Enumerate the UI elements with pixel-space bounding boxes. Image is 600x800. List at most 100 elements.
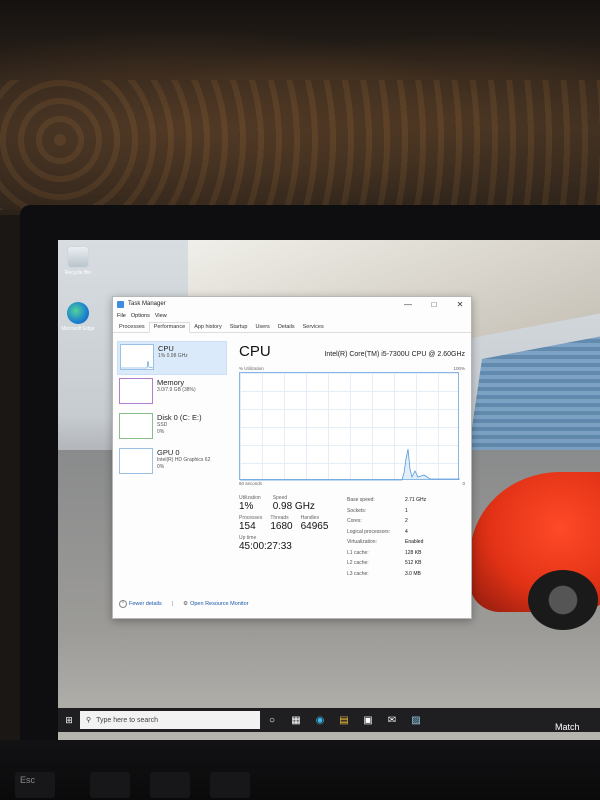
match-label: Match	[555, 722, 580, 732]
resource-name: Disk 0 (C: E:)	[157, 413, 202, 422]
processes-value: 154	[239, 521, 256, 532]
menu-file[interactable]: File	[117, 313, 126, 319]
taskbar-search-box[interactable]: ⚲ Type here to search	[80, 711, 260, 729]
property-value: 1	[405, 507, 408, 514]
fewer-details-link[interactable]: ⌃ Fewer details	[119, 600, 162, 608]
property-value: 4	[405, 528, 408, 535]
threads-value: 1680	[270, 521, 293, 532]
property-value: 2	[405, 518, 408, 525]
task-manager-taskbar-icon[interactable]: ▨	[404, 715, 428, 726]
resource-value: 1% 0.98 GHz	[158, 353, 188, 359]
resource-name: GPU 0	[157, 448, 180, 457]
task-view-icon[interactable]: ▦	[284, 715, 308, 726]
resource-cpu[interactable]: CPU 1% 0.98 GHz	[117, 341, 227, 375]
property-value: 3.0 MB	[405, 570, 421, 577]
resource-list: CPU 1% 0.98 GHz Memory 3.0/7.9 GB (38%) …	[117, 341, 227, 481]
resource-name: CPU	[158, 344, 174, 353]
disk-mini-graph	[119, 413, 153, 439]
property-key: Virtualization:	[347, 539, 377, 546]
edge-taskbar-icon[interactable]: ◉	[308, 715, 332, 726]
property-key: Base speed:	[347, 497, 375, 504]
cortana-icon[interactable]: ○	[260, 715, 284, 726]
resource-monitor-icon: ⚙	[183, 601, 189, 607]
cpu-mini-sparkline	[121, 360, 154, 369]
graph-label-utilization: % Utilization	[239, 366, 264, 371]
memory-mini-graph	[119, 378, 153, 404]
esc-key[interactable]: Esc	[15, 772, 55, 798]
close-icon[interactable]: ✕	[449, 300, 471, 309]
window-footer: ⌃ Fewer details | ⚙ Open Resource Monitor	[119, 600, 248, 608]
open-resource-monitor-label: Open Resource Monitor	[190, 601, 249, 607]
f1-key[interactable]	[90, 772, 130, 798]
tab-users[interactable]: Users	[251, 323, 273, 332]
property-value: Enabled	[405, 539, 424, 546]
tab-startup[interactable]: Startup	[226, 323, 252, 332]
tab-app-history[interactable]: App history	[190, 323, 226, 332]
resource-value: 0%	[157, 463, 165, 470]
property-key: L2 cache:	[347, 560, 369, 567]
resource-memory[interactable]: Memory 3.0/7.9 GB (38%)	[117, 376, 227, 410]
desktop-icon-edge[interactable]: Microsoft Edge	[58, 302, 98, 332]
property-row: L1 cache: 128 KB	[347, 548, 459, 559]
menu-options[interactable]: Options	[131, 313, 150, 319]
graph-time-span: 60 seconds	[239, 481, 263, 486]
mail-icon[interactable]: ✉	[380, 715, 404, 726]
property-key: L1 cache:	[347, 549, 369, 556]
property-key: Logical processors:	[347, 528, 391, 535]
store-icon[interactable]: ▣	[356, 715, 380, 726]
cpu-mini-graph	[120, 344, 154, 370]
footer-divider: |	[171, 601, 174, 607]
property-row: L2 cache: 512 KB	[347, 558, 459, 569]
recycle-bin-icon	[67, 246, 89, 268]
tab-details[interactable]: Details	[274, 323, 299, 332]
desktop-icon-label: Recycle Bin	[64, 270, 92, 276]
taskbar: ⊞ ⚲ Type here to search ○ ▦ ◉ ▤ ▣ ✉ ▨	[58, 708, 600, 732]
uptime-value: 45:00:27:33	[239, 541, 292, 552]
resource-disk[interactable]: Disk 0 (C: E:) SSD 0%	[117, 411, 227, 445]
tab-services[interactable]: Services	[299, 323, 328, 332]
resource-gpu[interactable]: GPU 0 Intel(R) HD Graphics 62 0%	[117, 446, 227, 480]
file-explorer-icon[interactable]: ▤	[332, 715, 356, 726]
search-placeholder: Type here to search	[96, 716, 159, 724]
property-row: Virtualization: Enabled	[347, 537, 459, 548]
menu-view[interactable]: View	[155, 313, 167, 319]
cpu-properties: Base speed: 2.71 GHz Sockets: 1 Cores: 2 Lo…	[347, 495, 459, 579]
task-manager-icon	[117, 300, 124, 308]
property-row: L3 cache: 3.0 MB	[347, 569, 459, 580]
curtain-pattern	[0, 80, 600, 210]
property-key: Sockets:	[347, 507, 367, 514]
tab-performance[interactable]: Performance	[148, 322, 191, 333]
f3-key[interactable]	[210, 772, 250, 798]
graph-min: 0	[462, 481, 465, 486]
handles-value: 64965	[300, 521, 329, 532]
window-title: Task Manager	[128, 301, 166, 307]
resource-type: Intel(R) HD Graphics 62	[157, 457, 211, 463]
f2-key[interactable]	[150, 772, 190, 798]
menu-bar: File Options View	[113, 311, 471, 321]
gpu-mini-graph	[119, 448, 153, 474]
minimize-icon[interactable]: —	[397, 300, 419, 309]
maximize-icon[interactable]: □	[423, 300, 445, 309]
resource-name: Memory	[157, 378, 185, 387]
property-value: 2.71 GHz	[405, 497, 427, 504]
resource-value: 3.0/7.9 GB (38%)	[157, 387, 196, 393]
cpu-utilization-line	[240, 448, 460, 481]
tab-processes[interactable]: Processes	[115, 323, 149, 332]
cpu-model: Intel(R) Core(TM) i5-7300U CPU @ 2.60GHz	[324, 351, 465, 358]
edge-icon	[67, 302, 89, 324]
title-bar[interactable]: Task Manager — □ ✕	[113, 297, 471, 311]
graph-label-max: 100%	[453, 366, 465, 371]
task-manager-window: Task Manager — □ ✕ File Options View Pro…	[112, 296, 472, 619]
desktop-icon-label: Microsoft Edge	[61, 326, 95, 332]
property-key: Cores:	[347, 518, 362, 525]
windows-start-icon[interactable]: ⊞	[58, 715, 80, 726]
property-row: Logical processors: 4	[347, 527, 459, 538]
detail-title: CPU	[239, 343, 271, 360]
wallpaper-stands	[468, 335, 600, 455]
property-row: Base speed: 2.71 GHz	[347, 495, 459, 506]
open-resource-monitor-link[interactable]: ⚙ Open Resource Monitor	[183, 601, 248, 607]
desktop-icon-recycle-bin[interactable]: Recycle Bin	[58, 246, 98, 276]
property-value: 128 KB	[405, 549, 422, 556]
resource-value: 0%	[157, 428, 165, 435]
speed-value: 0.98 GHz	[272, 501, 315, 512]
